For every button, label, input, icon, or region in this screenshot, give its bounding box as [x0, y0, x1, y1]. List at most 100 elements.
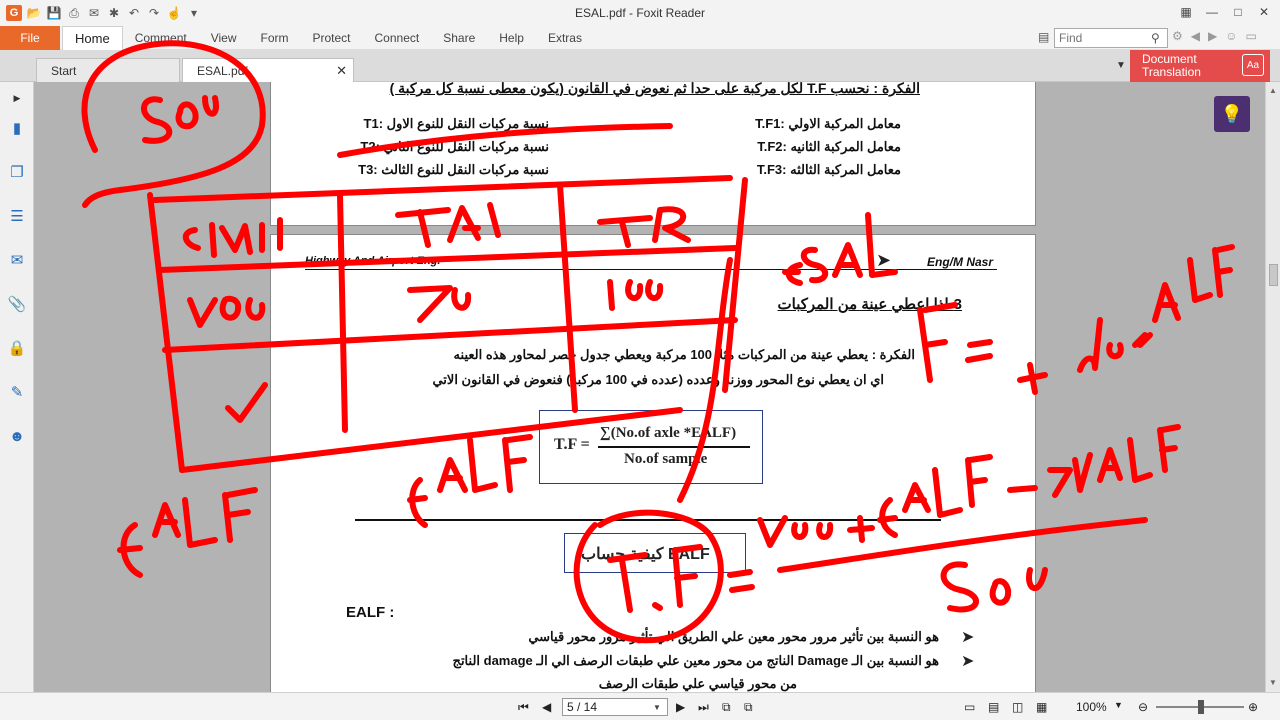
page-number-input[interactable]: [563, 699, 653, 715]
zoom-in-icon[interactable]: ⊕: [1248, 700, 1258, 714]
page-dropdown-icon[interactable]: ▼: [653, 703, 661, 712]
zoom-dropdown-icon[interactable]: ▼: [1114, 700, 1123, 710]
continuous-facing-view-icon[interactable]: ▦: [1036, 700, 1047, 714]
page-header-right: Eng/M Nasr: [927, 255, 994, 269]
t3-label: نسبة مركبات النقل للنوع الثالث :T3: [358, 162, 549, 177]
customize-dropdown-icon[interactable]: ▾: [186, 5, 202, 21]
zoom-out-icon[interactable]: ⊖: [1138, 700, 1148, 714]
attachment-icon[interactable]: 📎: [7, 294, 27, 314]
ribbon-layout-icon[interactable]: ▦: [1174, 2, 1198, 22]
tab-protect[interactable]: Protect: [301, 26, 363, 50]
save-icon[interactable]: 💾: [46, 5, 62, 21]
comments-icon[interactable]: ✉: [7, 250, 27, 270]
next-page-icon[interactable]: ▶: [676, 700, 685, 714]
pdf-page-5: Highway And Airport Eng. Eng/M Nasr 3-اذ…: [270, 234, 1036, 692]
document-translation-button[interactable]: Document Translation Aa: [1130, 50, 1270, 82]
idea-line2: اي ان يعطي نوع المحور ووزنه وعدده (عدده …: [432, 372, 884, 387]
navigation-sidebar: ▶ ▮ ❐ ☰ ✉ 📎 🔒 ✎ ☻: [0, 82, 34, 692]
tab-view[interactable]: View: [199, 26, 249, 50]
tab-help[interactable]: Help: [487, 26, 536, 50]
find-tools: ⚙ ◀ ▶ ☺ ▭: [1172, 29, 1257, 43]
settings-gear-icon[interactable]: ⚙: [1172, 29, 1183, 43]
maximize-button[interactable]: □: [1226, 2, 1250, 22]
security-lock-icon[interactable]: 🔒: [7, 338, 27, 358]
email-icon[interactable]: ✉: [86, 5, 102, 21]
redo-icon[interactable]: ↷: [146, 5, 162, 21]
t2-label: نسبة مركبات النقل للنوع الثاني :T2: [360, 139, 549, 154]
tab-home[interactable]: Home: [62, 25, 123, 51]
ealf-definition-2: هو النسبة بين الـ Damage الناتج من محور …: [452, 653, 939, 668]
hand-tool-icon[interactable]: ☝: [166, 5, 182, 21]
scroll-thumb[interactable]: [1269, 264, 1278, 286]
last-page-icon[interactable]: ⏭: [698, 700, 709, 715]
document-view[interactable]: الفكرة : نحسب T.F لكل مركبة على حدا ثم ن…: [35, 82, 1265, 692]
signature-icon[interactable]: ✎: [7, 382, 27, 402]
page-number-box: ▼: [562, 698, 668, 716]
tab-esal-label: ESAL.pdf: [197, 63, 248, 78]
tab-share[interactable]: Share: [431, 26, 487, 50]
user-comment-icon[interactable]: ☻: [7, 426, 27, 446]
continuous-view-icon[interactable]: ▤: [988, 700, 999, 714]
section-title: 3-اذا اعطي عينة من المركبات: [777, 296, 963, 313]
idea-line1: الفكرة : يعطي عينة من المركبات مثلا 100 …: [453, 347, 915, 362]
find-input[interactable]: [1055, 29, 1151, 47]
vertical-scrollbar[interactable]: ▲ ▼: [1265, 82, 1280, 692]
foxit-logo-icon: G: [6, 5, 22, 21]
arrow-bullet-icon: ➤: [961, 629, 975, 646]
tf2-label: معامل المركبة الثانيه :T.F2: [757, 139, 901, 154]
single-page-view-icon[interactable]: ▭: [964, 700, 975, 714]
previous-page-icon[interactable]: ◀: [542, 700, 551, 714]
lightbulb-icon[interactable]: 💡: [1214, 96, 1250, 132]
tf3-label: معامل المركبة الثالثه :T.F3: [756, 162, 901, 177]
arrow-bullet-icon: ➤: [961, 653, 975, 670]
fraction-bar: [598, 446, 750, 448]
pages-icon[interactable]: ❐: [7, 162, 27, 182]
close-tab-icon[interactable]: ✕: [336, 63, 347, 79]
ealf-definition-1: هو النسبة بين تأثير مرور محور معين علي ا…: [528, 629, 939, 644]
tf1-label: معامل المركبة الاولي :T.F1: [755, 116, 901, 131]
scroll-down-icon[interactable]: ▼: [1269, 678, 1277, 687]
find-box: ⚲: [1054, 28, 1168, 48]
open-folder-icon[interactable]: 📂: [26, 5, 42, 21]
window-arrange-icon[interactable]: ▭: [1246, 29, 1257, 43]
tab-start[interactable]: Start: [36, 58, 180, 82]
user-icon[interactable]: ☺: [1225, 29, 1237, 43]
zoom-slider-thumb[interactable]: [1198, 700, 1204, 714]
next-view-icon[interactable]: ⧉: [744, 700, 753, 715]
bookmark-icon[interactable]: ▮: [7, 118, 27, 138]
undo-icon[interactable]: ↶: [126, 5, 142, 21]
previous-view-icon[interactable]: ⧉: [722, 700, 731, 715]
first-page-icon[interactable]: ⏮: [518, 700, 529, 715]
status-bar: ⏮ ◀ ▼ ▶ ⏭ ⧉ ⧉ ▭ ▤ ◫ ▦ 100% ▼ ⊖ ⊕: [0, 692, 1280, 720]
ealf-heading-box: كيفية حساب EALF: [564, 533, 746, 573]
tab-connect[interactable]: Connect: [363, 26, 432, 50]
document-tabs: Start ESAL.pdf ✕ ▼: [0, 50, 1280, 82]
layout-toggle-icon[interactable]: ▤: [1038, 30, 1049, 44]
close-button[interactable]: ✕: [1252, 2, 1276, 22]
formula-denominator: No.of sample: [624, 451, 708, 467]
new-document-icon[interactable]: ✱: [106, 5, 122, 21]
tabs-dropdown-icon[interactable]: ▼: [1116, 60, 1126, 71]
quick-access-toolbar: G 📂 💾 ⎙ ✉ ✱ ↶ ↷ ☝ ▾: [0, 5, 202, 21]
facing-view-icon[interactable]: ◫: [1012, 700, 1023, 714]
search-icon[interactable]: ⚲: [1151, 31, 1160, 45]
pdf-page-4: الفكرة : نحسب T.F لكل مركبة على حدا ثم ن…: [270, 82, 1036, 226]
window-controls: ▦ — □ ✕: [1174, 2, 1276, 22]
scroll-up-icon[interactable]: ▲: [1269, 86, 1277, 95]
tf-formula-box: T.F = ∑(No.of axle *EALF) No.of sample: [539, 410, 763, 484]
tab-esal-pdf[interactable]: ESAL.pdf ✕: [182, 58, 354, 82]
zoom-level[interactable]: 100%: [1076, 700, 1107, 714]
ealf-heading: كيفية حساب EALF: [581, 546, 710, 563]
layers-icon[interactable]: ☰: [7, 206, 27, 226]
tab-form[interactable]: Form: [249, 26, 301, 50]
minimize-button[interactable]: —: [1200, 2, 1224, 22]
ealf-definition-3: من محور قياسي علي طبقات الرصف: [598, 676, 797, 691]
file-menu[interactable]: File: [0, 25, 60, 50]
expand-panel-icon[interactable]: ▶: [7, 88, 27, 108]
section-divider: [355, 519, 941, 521]
print-icon[interactable]: ⎙: [66, 5, 82, 21]
previous-result-icon[interactable]: ◀: [1191, 29, 1200, 43]
tab-comment[interactable]: Comment: [123, 26, 199, 50]
next-result-icon[interactable]: ▶: [1208, 29, 1217, 43]
tab-extras[interactable]: Extras: [536, 26, 594, 50]
